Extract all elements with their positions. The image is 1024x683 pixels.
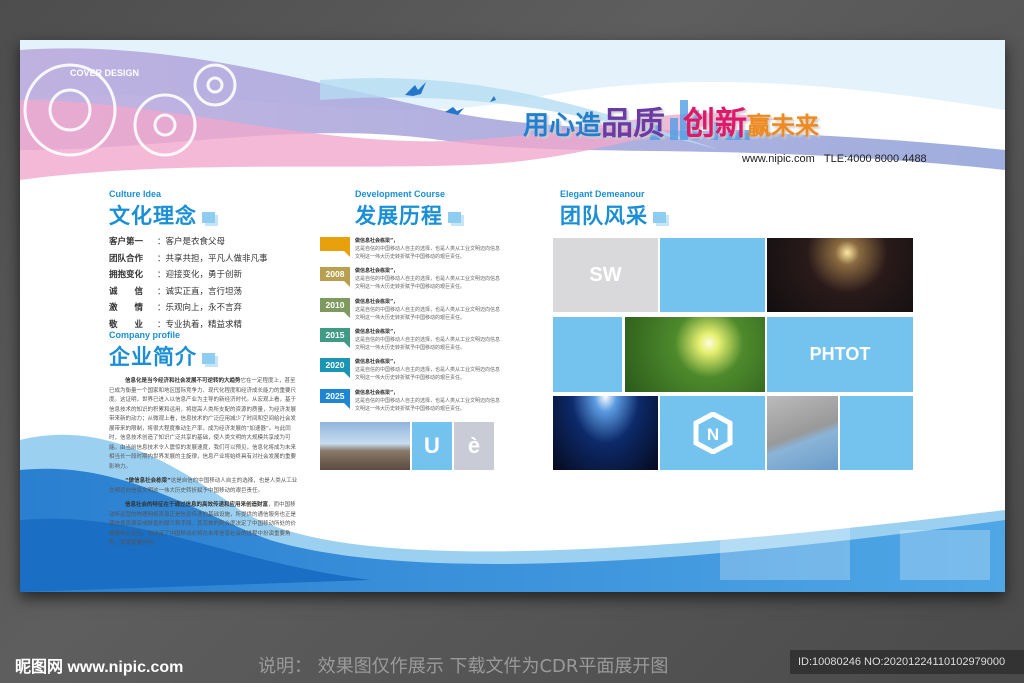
culture-item-key: 客户第一	[109, 237, 144, 247]
e-tile: è	[454, 422, 494, 470]
forest-photo	[625, 317, 765, 392]
footer-bar: 昵图网 www.nipic.com 说明： 效果图仅作展示 下载文件为CDR平面…	[0, 640, 1024, 683]
sw-tile: SW	[553, 238, 658, 312]
timeline-body: 这是自信的中国移动人自主的选择，也是人类从工业文明迈向信息文明这一伟大历史转折赋…	[355, 246, 501, 260]
culture-item: 激 情 ：乐观向上，永不言弃	[109, 300, 309, 317]
square-icon	[448, 212, 461, 223]
culture-en-title: Culture Idea	[109, 189, 162, 199]
site-url: www.nipic.com	[67, 659, 184, 676]
footer-note: 说明： 效果图仅作展示 下载文件为CDR平面展开图	[258, 656, 669, 677]
timeline-heading: 做信息社会栋梁”，	[355, 298, 399, 305]
image-id: ID:10080246 NO:20201224110102979000	[790, 650, 1024, 674]
timeline-heading: 做信息社会栋梁”，	[355, 268, 399, 275]
profile-paragraph: “做信息社会栋梁”这是自信的中国移动人自主的选择，也是人类从工业文明迈向信息文明…	[109, 478, 298, 494]
slogan-part3: 创新	[683, 104, 748, 142]
timeline-body: 这是自信的中国移动人自主的选择，也是人类从工业文明迈向信息文明这一伟大历史转折赋…	[355, 397, 501, 412]
photo-tile: PHTOT	[767, 317, 913, 392]
timeline-body: 这是自信的中国移动人自主的选择，也是人类从工业文明迈向信息文明这一伟大历史转折赋…	[355, 306, 501, 321]
space-photo	[767, 238, 913, 312]
culture-item-key: 诚 信	[109, 286, 144, 297]
timeline-item: 2010 做信息社会栋梁”， 这是自信的中国移动人自主的选择，也是人类从工业文明迈向…	[320, 297, 501, 326]
year-label: 2025	[320, 388, 350, 409]
development-section: Development Course 发展历程	[355, 189, 461, 230]
profile-title: 企业简介	[109, 345, 197, 369]
timeline-body: 这是自信的中国移动人自主的选择，也是人类从工业文明迈向信息文明这一伟大历史转折赋…	[355, 336, 501, 351]
timeline-item: 2015 做信息社会栋梁”， 这是自信的中国移动人自主的选择，也是人类从工业文明迈向…	[320, 327, 501, 356]
u-tile: U	[412, 422, 452, 470]
development-en-title: Development Course	[355, 189, 446, 199]
logo-text: COVER DESIGN	[70, 68, 140, 78]
profile-section: Company profile 企业简介 信息化是当今经济和社会发展不可逆转的大…	[109, 330, 299, 554]
profile-en-title: Company profile	[109, 330, 181, 340]
culture-item: 团队合作 ：共享共担，平凡人做非凡事	[109, 251, 309, 268]
earth-photo	[553, 396, 658, 470]
timeline-item: 2020 做信息社会栋梁”， 这是自信的中国移动人自主的选择，也是人类从工业文明迈向…	[320, 358, 500, 386]
culture-item-value: ：乐观向上，永不言弃	[157, 303, 243, 313]
culture-item-value: ：共享共担，平凡人做非凡事	[157, 253, 268, 264]
blue-tile	[553, 317, 622, 392]
square-icon	[202, 353, 215, 364]
culture-title: 文化理念	[109, 204, 197, 228]
culture-item: 拥抱变化 ：迎接变化，勇于创新	[109, 267, 309, 284]
team-en-title: Elegant Demeanour	[560, 189, 645, 199]
culture-item: 诚 信 ：诚实正直，言行坦荡	[109, 284, 309, 301]
timeline-heading: 做信息社会栋梁”，	[355, 238, 399, 244]
culture-section: Culture Idea 文化理念 客户第一 ：客户是衣食父母团队合作 ：共享共担，…	[109, 189, 309, 333]
culture-item-value: ：迎接变化，勇于创新	[157, 270, 243, 280]
square-icon	[653, 212, 666, 223]
timeline-heading: 做信息社会栋梁”，	[355, 359, 399, 366]
culture-item-key: 团队合作	[109, 253, 144, 264]
slogan: 用心造品质 创新赢未来	[523, 98, 819, 144]
square-icon	[202, 212, 215, 223]
year-label	[320, 237, 350, 257]
worker-photo	[767, 396, 838, 470]
culture-item-key: 激 情	[109, 303, 144, 313]
timeline-item: 做信息社会栋梁”， 这是自信的中国移动人自主的选择，也是人类从工业文明迈向信息文明…	[320, 237, 500, 265]
profile-paragraph: 信息化是当今经济和社会发展不可逆转的大趋势它在一定程度上，甚至已成为衡量一个国家…	[109, 378, 297, 470]
profile-paragraph: 信息社会的特征在于通过信息的高效传递和应用来创造财富，而中国移动所运营的物理网络…	[109, 502, 297, 546]
year-label: 2010	[320, 297, 350, 318]
culture-item-key: 拥抱变化	[109, 270, 144, 280]
slogan-part4: 赢未来	[747, 112, 820, 140]
website-text: www.nipic.com	[742, 153, 815, 165]
slogan-part1: 用心造	[523, 111, 602, 141]
team-title: 团队风采	[560, 204, 648, 228]
timeline-item: 2008 做信息社会栋梁”， 这是自信的中国移动人自主的选择，也是人类从工业文明迈向…	[320, 267, 500, 295]
timeline-heading: 做信息社会栋梁”，	[355, 328, 399, 335]
timeline-item: 2025 做信息社会栋梁”， 这是自信的中国移动人自主的选择，也是人类从工业文明迈向…	[320, 388, 501, 417]
culture-item-value: ：客户是衣食父母	[157, 237, 226, 247]
culture-item-value: ：诚实正直，言行坦荡	[157, 286, 243, 297]
blue-tile	[840, 396, 913, 470]
year-label: 2015	[320, 327, 350, 348]
blue-tile	[660, 238, 765, 312]
timeline-heading: 做信息社会栋梁”，	[355, 389, 399, 396]
site-logo-text: 昵图网	[15, 659, 64, 676]
timeline-body: 这是自信的中国移动人自主的选择，也是人类从工业文明迈向信息文明这一伟大历史转折赋…	[355, 367, 501, 382]
svg-text:N: N	[706, 425, 718, 444]
display-board: COVER DESIGN 用心造品质 创新赢未来 www.nipic.com TL…	[20, 40, 1005, 592]
site-logo[interactable]: 昵图网 www.nipic.com	[15, 653, 183, 677]
phone-text: TLE:4000 8000 4488	[823, 153, 927, 165]
development-title: 发展历程	[355, 204, 443, 228]
contact-line: www.nipic.com TLE:4000 8000 4488	[742, 153, 927, 165]
year-label: 2008	[320, 267, 350, 288]
team-section: Elegant Demeanour 团队风采	[560, 189, 666, 230]
culture-item-value: ：专业执着，精益求精	[157, 319, 243, 330]
culture-item: 客户第一 ：客户是衣食父母	[109, 234, 309, 251]
hexagon-logo-icon: N	[693, 412, 732, 454]
hexagon-logo-tile: N	[660, 396, 765, 470]
year-label: 2020	[320, 358, 350, 379]
slogan-part2: 品质	[601, 104, 666, 142]
timeline-body: 这是自信的中国移动人自主的选择，也是人类从工业文明迈向信息文明这一伟大历史转折赋…	[355, 276, 501, 291]
city-photo	[320, 422, 410, 470]
